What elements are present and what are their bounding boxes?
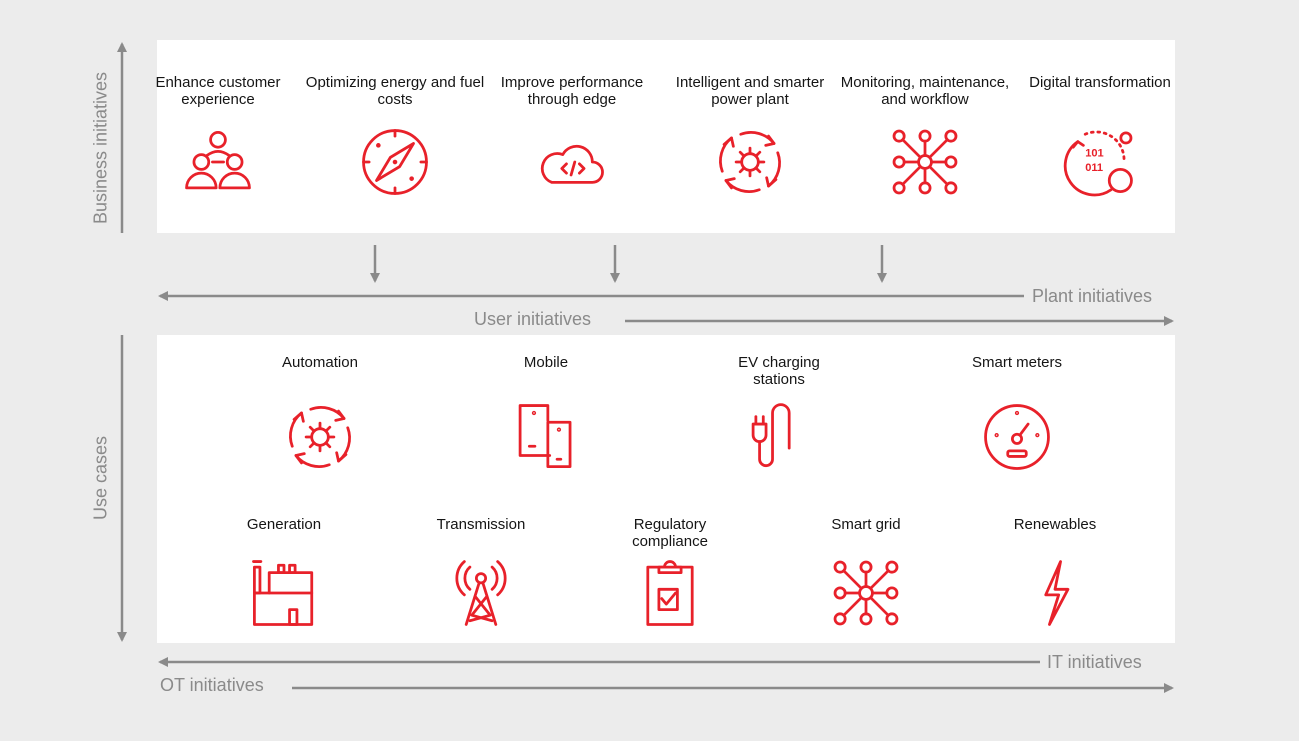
digital-transform-icon: 101 011 bbox=[1010, 125, 1190, 199]
user-initiatives-label: User initiatives bbox=[474, 309, 592, 329]
plant-initiatives-label: Plant initiatives bbox=[1032, 286, 1153, 306]
lightning-icon bbox=[965, 556, 1145, 630]
use-case-item: Smart meters bbox=[927, 354, 1107, 474]
use-case-item: Renewables bbox=[965, 516, 1145, 630]
factory-icon bbox=[194, 556, 374, 630]
use-cases-label: Use cases bbox=[90, 435, 111, 521]
use-case-item: Automation bbox=[230, 354, 410, 474]
item-title: Mobile bbox=[523, 354, 569, 371]
it-initiatives-label: IT initiatives bbox=[1047, 652, 1142, 672]
use-case-item: Mobile bbox=[456, 354, 636, 474]
svg-text:101: 101 bbox=[1085, 147, 1104, 159]
item-title: Monitoring, maintenance, and workflow bbox=[840, 74, 1010, 108]
clipboard-check-icon bbox=[580, 556, 760, 630]
item-title: Regulatory compliance bbox=[632, 516, 708, 550]
use-case-item: Transmission bbox=[391, 516, 571, 630]
compass-icon bbox=[305, 125, 485, 199]
item-title: Optimizing energy and fuel costs bbox=[305, 74, 485, 108]
use-case-item: Generation bbox=[194, 516, 374, 630]
people-group-icon bbox=[128, 125, 308, 199]
use-case-item: Regulatory compliance bbox=[580, 516, 760, 630]
item-title: Smart grid bbox=[831, 516, 901, 533]
gear-cycle-icon bbox=[230, 400, 410, 474]
business-item: Optimizing energy and fuel costs bbox=[305, 74, 485, 199]
use-case-item: Smart grid bbox=[776, 516, 956, 630]
item-title: Transmission bbox=[436, 516, 526, 533]
business-item: Improve performance through edge bbox=[482, 74, 662, 199]
ev-plug-icon bbox=[689, 400, 869, 474]
use-case-item: EV charging stations bbox=[689, 354, 869, 474]
gauge-icon bbox=[927, 400, 1107, 474]
business-initiatives-label: Business initiatives bbox=[90, 71, 111, 225]
business-item: Digital transformation 101 011 bbox=[1010, 74, 1190, 199]
item-title: Smart meters bbox=[971, 354, 1062, 371]
item-title: Intelligent and smarter power plant bbox=[675, 74, 825, 108]
ot-initiatives-label: OT initiatives bbox=[160, 675, 264, 695]
tower-icon bbox=[391, 556, 571, 630]
item-title: Enhance customer experience bbox=[155, 74, 281, 108]
svg-text:011: 011 bbox=[1085, 162, 1103, 174]
item-title: Improve performance through edge bbox=[500, 74, 644, 108]
gear-cycle-icon bbox=[660, 125, 840, 199]
cloud-code-icon bbox=[482, 125, 662, 199]
mobile-devices-icon bbox=[456, 400, 636, 474]
business-item: Monitoring, maintenance, and workflow bbox=[835, 74, 1015, 199]
item-title: Digital transformation bbox=[1029, 74, 1171, 91]
item-title: EV charging stations bbox=[738, 354, 820, 388]
item-title: Renewables bbox=[1013, 516, 1097, 533]
item-title: Generation bbox=[246, 516, 322, 533]
item-title: Automation bbox=[282, 354, 358, 371]
business-item: Enhance customer experience bbox=[128, 74, 308, 199]
hub-network-icon bbox=[835, 125, 1015, 199]
hub-network-icon bbox=[776, 556, 956, 630]
business-item: Intelligent and smarter power plant bbox=[660, 74, 840, 199]
